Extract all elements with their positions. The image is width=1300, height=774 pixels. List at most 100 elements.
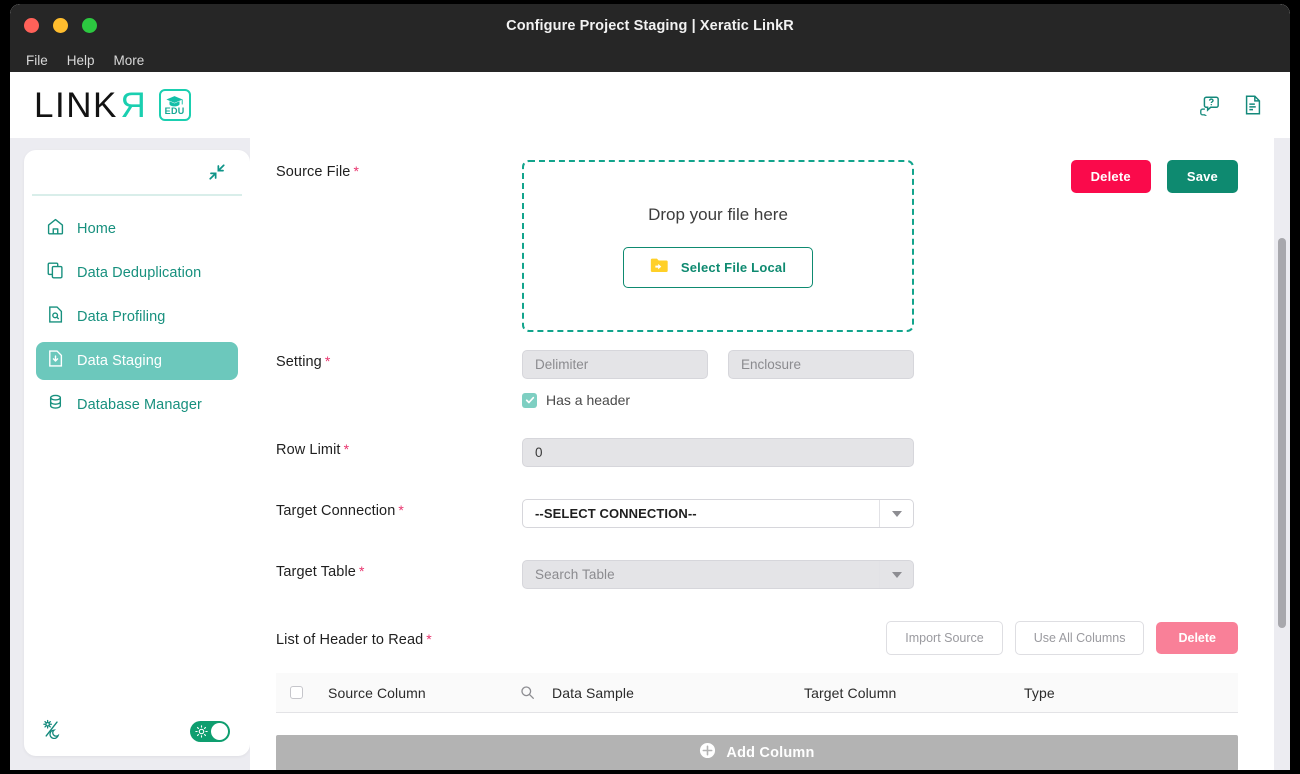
app-window: Configure Project Staging | Xeratic Link… <box>10 4 1290 770</box>
menu-item-file[interactable]: File <box>18 51 56 70</box>
row-limit-input[interactable] <box>522 438 914 467</box>
header-list-label-text: List of Header to Read <box>276 632 424 648</box>
search-icon[interactable] <box>520 685 552 700</box>
delimiter-input[interactable] <box>522 350 708 379</box>
logo-primary-text: LINK <box>34 85 118 125</box>
plus-circle-icon <box>699 742 716 764</box>
header-list-delete-button[interactable]: Delete <box>1156 622 1238 654</box>
column-header-target-column[interactable]: Target Column <box>804 685 1024 701</box>
column-header-data-sample[interactable]: Data Sample <box>552 685 804 701</box>
sidebar-item-label: Data Staging <box>77 353 163 369</box>
sidebar-footer <box>24 706 250 756</box>
required-marker: * <box>343 441 350 457</box>
use-all-columns-button[interactable]: Use All Columns <box>1014 621 1145 655</box>
required-marker: * <box>324 353 331 369</box>
header-icon-group <box>1198 94 1264 116</box>
toggle-knob <box>211 722 228 740</box>
sidebar-header <box>32 150 242 196</box>
enclosure-input[interactable] <box>728 350 914 379</box>
help-chat-icon[interactable] <box>1198 94 1220 116</box>
sidebar-item-database-manager[interactable]: Database Manager <box>36 386 238 424</box>
check-icon <box>525 396 534 404</box>
source-file-label: Source File * <box>276 160 522 180</box>
has-header-checkbox[interactable] <box>522 392 537 408</box>
sidebar-item-label: Data Profiling <box>77 309 166 325</box>
home-icon <box>46 217 65 241</box>
header-mapping-table: Source Column Data Sample Target Column … <box>276 673 1238 770</box>
row-limit-label-text: Row Limit <box>276 442 341 458</box>
sidebar-item-label: Database Manager <box>77 397 202 413</box>
graduation-cap-icon <box>166 95 183 106</box>
import-source-button[interactable]: Import Source <box>886 621 1003 655</box>
brand-logo[interactable]: LINK R EDU <box>34 85 191 125</box>
staging-form-panel: Delete Save Source File * Drop your file … <box>250 138 1274 770</box>
database-icon <box>46 393 65 417</box>
theme-day-night-icon[interactable] <box>42 719 62 744</box>
save-button[interactable]: Save <box>1166 160 1238 193</box>
sidebar-nav: Home Data Deduplication Data Profiling D… <box>24 196 250 424</box>
header-list-label: List of Header to Read * <box>276 628 522 648</box>
sidebar-item-home[interactable]: Home <box>36 210 238 248</box>
column-header-source-column[interactable]: Source Column <box>328 685 520 701</box>
target-connection-label-text: Target Connection <box>276 503 396 519</box>
sun-icon <box>195 724 208 738</box>
row-limit-field <box>522 438 1238 467</box>
logo-wordmark: LINK R <box>34 85 146 125</box>
setting-row: Setting* Has <box>276 350 1238 408</box>
required-marker: * <box>398 502 404 518</box>
required-marker: * <box>426 631 432 647</box>
row-limit-row: Row Limit * <box>276 438 1238 467</box>
select-file-local-label: Select File Local <box>680 259 787 275</box>
required-marker: * <box>358 563 365 579</box>
edu-badge: EDU <box>158 89 191 121</box>
target-table-row: Target Table * Search Table <box>276 560 1238 589</box>
target-table-label-text: Target Table <box>276 564 356 580</box>
chevron-down-icon[interactable] <box>879 500 913 527</box>
sidebar-item-data-profiling[interactable]: Data Profiling <box>36 298 238 336</box>
menu-bar: File Help More <box>10 48 1290 72</box>
sidebar-item-data-staging[interactable]: Data Staging <box>36 342 238 380</box>
content-scrollbar-thumb[interactable] <box>1278 238 1286 628</box>
select-all-checkbox-cell <box>290 686 328 699</box>
form-top-actions: Delete Save <box>1070 160 1238 193</box>
header-list-row: List of Header to Read * Import Source Us… <box>276 621 1238 655</box>
required-marker: * <box>353 163 359 179</box>
file-dropzone[interactable]: Drop your file here Select File Local <box>522 160 914 332</box>
collapse-arrows-icon[interactable] <box>208 163 226 181</box>
source-file-label-text: Source File <box>276 164 351 180</box>
copy-icon <box>46 261 65 285</box>
logo-accent-letter: R <box>118 85 146 125</box>
target-connection-label: Target Connection * <box>276 499 522 519</box>
delete-button[interactable]: Delete <box>1070 160 1151 193</box>
target-table-label: Target Table * <box>276 560 522 580</box>
target-connection-row: Target Connection * --SELECT CONNECTION-- <box>276 499 1238 528</box>
target-table-field: Search Table <box>522 560 1238 589</box>
menu-item-more[interactable]: More <box>106 51 153 70</box>
select-all-checkbox[interactable] <box>290 686 303 699</box>
edu-badge-label: EDU <box>164 105 185 116</box>
sidebar-container: Home Data Deduplication Data Profiling D… <box>10 138 250 770</box>
sidebar-item-data-deduplication[interactable]: Data Deduplication <box>36 254 238 292</box>
file-import-icon <box>46 349 65 373</box>
target-connection-select[interactable]: --SELECT CONNECTION-- <box>522 499 914 528</box>
setting-label-text: Setting <box>276 354 322 370</box>
setting-inputs <box>522 350 1238 379</box>
header-list-actions: Import Source Use All Columns Delete <box>886 621 1238 655</box>
add-column-button[interactable]: Add Column <box>276 735 1238 770</box>
dropzone-instruction: Drop your file here <box>648 204 788 224</box>
content-scrollbar-track[interactable] <box>1274 138 1290 770</box>
setting-label: Setting * <box>276 350 522 370</box>
menu-item-help[interactable]: Help <box>59 51 103 70</box>
document-report-icon[interactable] <box>1242 94 1264 116</box>
sidebar: Home Data Deduplication Data Profiling D… <box>24 150 250 756</box>
column-header-type[interactable]: Type <box>1024 685 1224 701</box>
select-file-local-button[interactable]: Select File Local <box>622 246 814 288</box>
header-list-actions-wrap: Import Source Use All Columns Delete <box>522 621 1238 655</box>
target-connection-field: --SELECT CONNECTION-- <box>522 499 1238 528</box>
chevron-down-icon[interactable] <box>879 561 913 588</box>
target-table-select[interactable]: Search Table <box>522 560 914 589</box>
add-column-label: Add Column <box>726 745 815 761</box>
theme-toggle-switch[interactable] <box>190 720 230 742</box>
window-title: Configure Project Staging | Xeratic Link… <box>506 18 794 34</box>
